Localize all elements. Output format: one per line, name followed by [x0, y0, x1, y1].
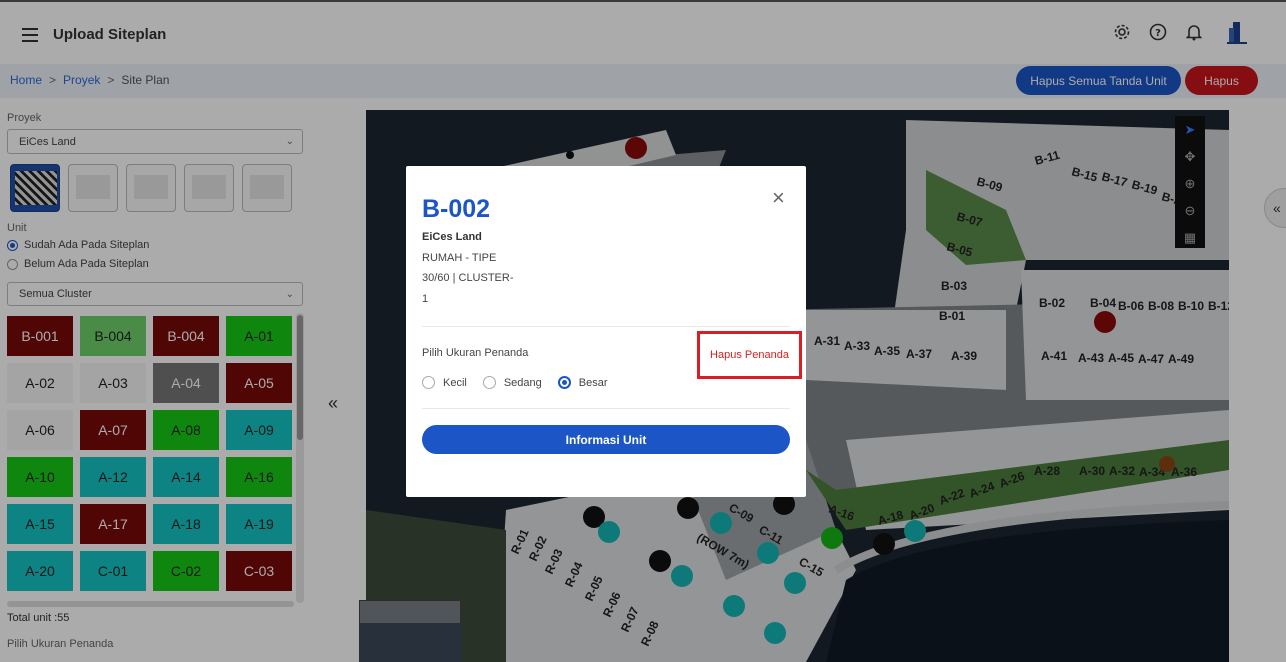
- divider: [422, 326, 790, 327]
- size-sedang-radio[interactable]: Sedang: [482, 376, 542, 389]
- size-kecil-label: Kecil: [443, 376, 467, 389]
- size-besar-label: Besar: [578, 376, 608, 389]
- marker-size-options: Kecil Sedang Besar: [422, 376, 608, 389]
- size-sedang-label: Sedang: [503, 376, 542, 389]
- size-kecil-radio[interactable]: Kecil: [422, 376, 467, 389]
- size-besar-radio[interactable]: Besar: [557, 376, 608, 389]
- hapus-penanda-button[interactable]: Hapus Penanda: [697, 331, 802, 379]
- unit-type-line1: RUMAH - TIPE: [422, 252, 497, 264]
- unit-detail-modal: × B-002 EiCes Land RUMAH - TIPE 30/60 | …: [406, 166, 806, 497]
- close-icon[interactable]: ×: [772, 187, 785, 209]
- radio-icon: [482, 376, 496, 389]
- unit-project: EiCes Land: [422, 231, 482, 243]
- informasi-unit-button[interactable]: Informasi Unit: [422, 425, 790, 454]
- unit-code: B-002: [422, 195, 491, 223]
- unit-type-line2: 30/60 | CLUSTER-: [422, 272, 514, 284]
- pilih-ukuran-label: Pilih Ukuran Penanda: [422, 347, 529, 359]
- unit-type-line3: 1: [422, 293, 429, 305]
- radio-icon: [422, 376, 435, 389]
- radio-selected-icon: [557, 376, 571, 389]
- divider: [422, 408, 790, 409]
